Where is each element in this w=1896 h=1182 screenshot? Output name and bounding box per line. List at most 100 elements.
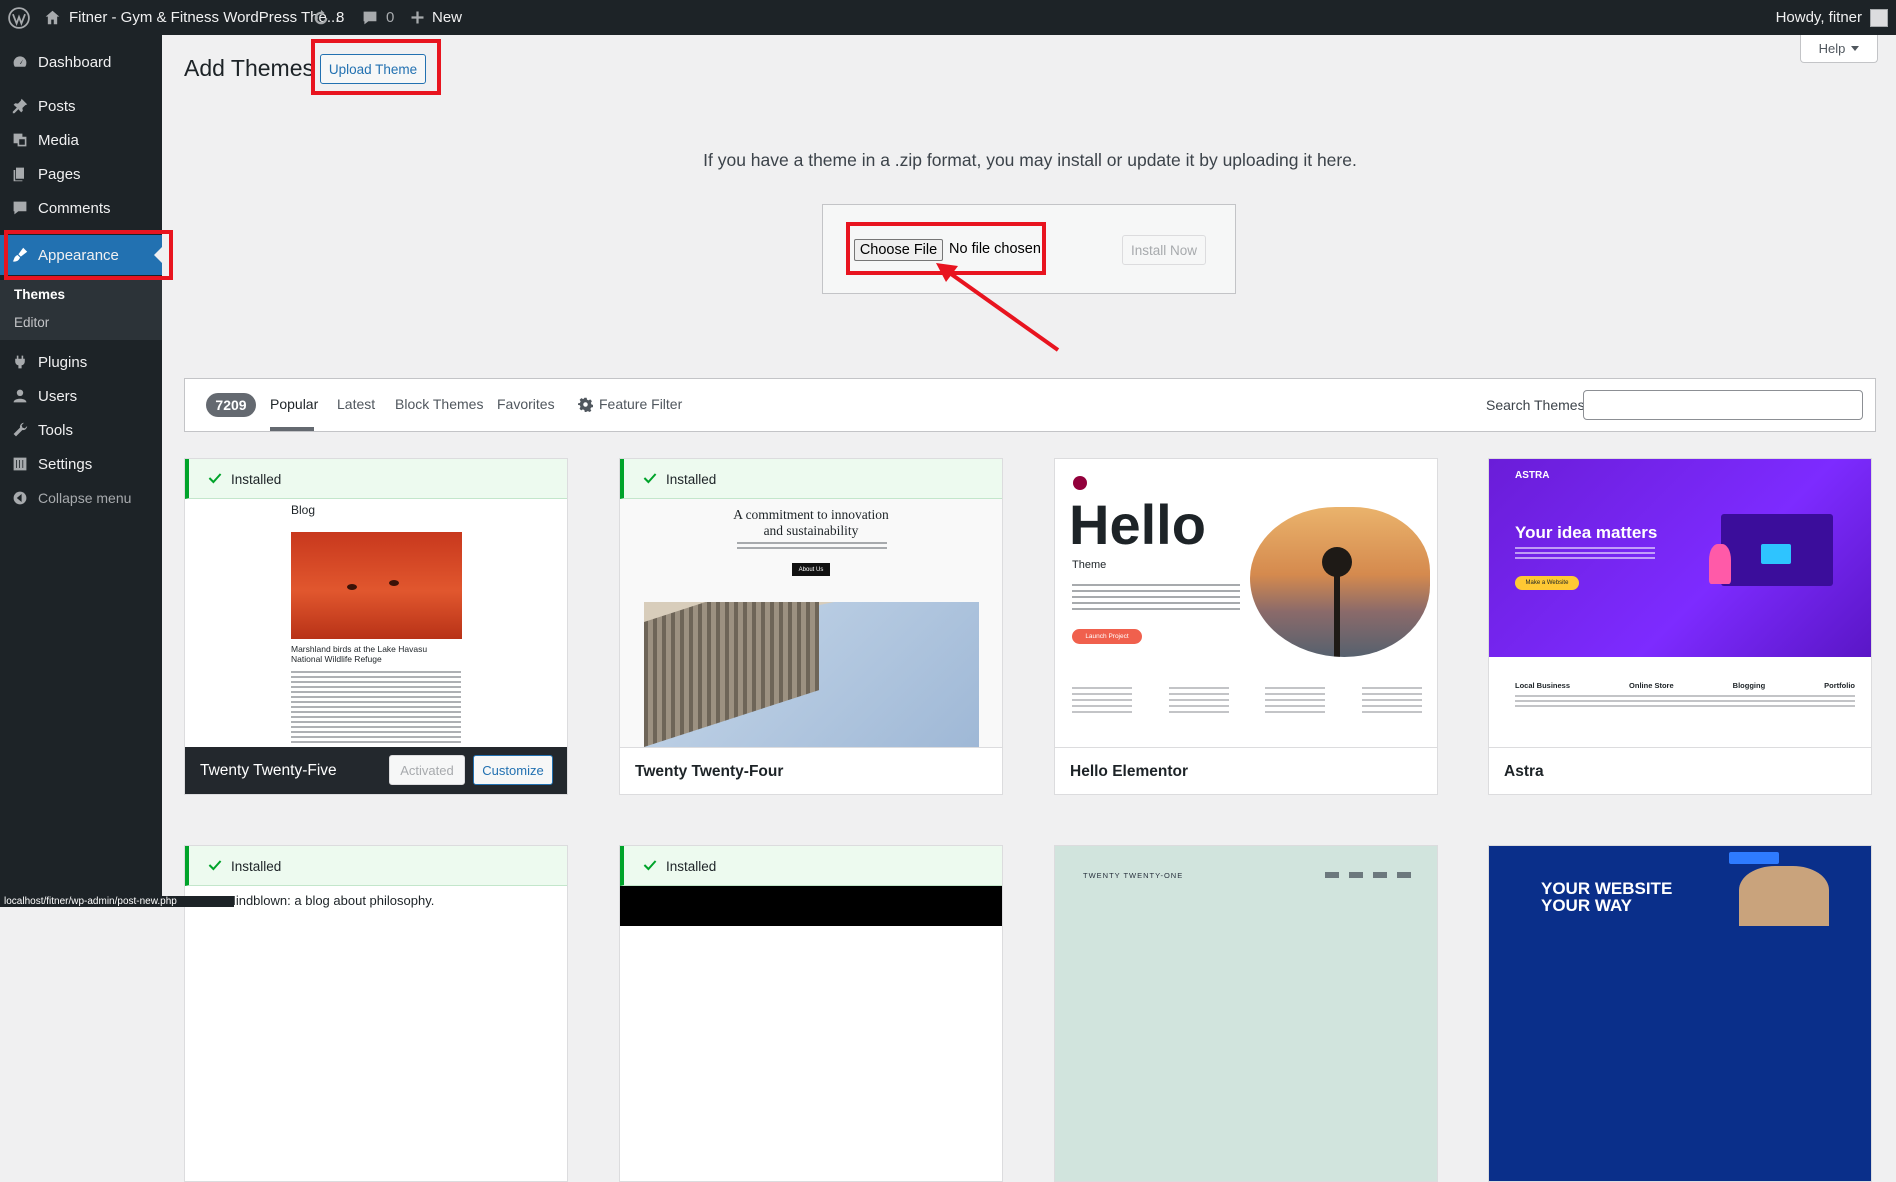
help-tab-button[interactable]: Help — [1800, 35, 1878, 63]
account-menu[interactable]: Howdy, fitner — [1776, 0, 1888, 35]
preview-illustration — [1721, 514, 1833, 586]
feature-filter-button[interactable]: Feature Filter — [578, 396, 682, 412]
sidebar-item-tools[interactable]: Tools — [0, 413, 162, 447]
tab-latest[interactable]: Latest — [337, 396, 375, 412]
checkmark-icon — [208, 860, 222, 871]
pin-icon — [12, 98, 28, 114]
theme-name-bar: Hello Elementor — [1055, 747, 1437, 794]
theme-card-twenty-twenty-five[interactable]: Installed Blog Marshland birds at the La… — [184, 458, 568, 795]
checkmark-icon — [643, 860, 657, 871]
preview-button: About Us — [792, 563, 830, 576]
preview-heading: A commitment to innovation and sustainab… — [620, 507, 1002, 539]
sidebar-collapse-menu[interactable]: Collapse menu — [0, 481, 162, 515]
preview-button: Make a Website — [1515, 576, 1579, 590]
avatar — [1870, 8, 1888, 27]
preview-image — [291, 532, 462, 639]
comment-icon — [362, 10, 378, 26]
theme-card-twenty-twenty-four[interactable]: Installed A commitment to innovation and… — [619, 458, 1003, 795]
submenu-item-editor[interactable]: Editor — [14, 315, 49, 330]
updates-link[interactable]: 8 — [312, 0, 344, 35]
collapse-icon — [12, 490, 28, 506]
comment-icon — [12, 200, 28, 216]
preview-heading: TWENTY TWENTY-ONE — [1083, 871, 1184, 880]
preview-features: Local Business Online Store Blogging Por… — [1515, 681, 1855, 690]
theme-name-bar: Twenty Twenty-Four — [620, 747, 1002, 794]
theme-name: Twenty Twenty-Five — [200, 762, 337, 779]
preview-body-text — [1072, 584, 1240, 610]
new-label: New — [432, 9, 463, 26]
new-content-link[interactable]: New — [410, 0, 462, 35]
sidebar-item-label: Collapse menu — [38, 490, 132, 506]
search-themes-input[interactable] — [1583, 390, 1863, 420]
preview-image — [1250, 507, 1430, 657]
tab-block-themes[interactable]: Block Themes — [395, 396, 483, 412]
preview-subheading: Theme — [1072, 559, 1107, 571]
theme-card-hello-elementor[interactable]: Hello Theme Launch Project Hello Element… — [1054, 458, 1438, 795]
comments-count: 0 — [386, 9, 395, 26]
installed-label: Installed — [666, 859, 717, 874]
theme-name: Astra — [1504, 763, 1544, 780]
theme-card-row2-3[interactable]: TWENTY TWENTY-ONE — [1054, 845, 1438, 1182]
theme-screenshot: A commitment to innovation and sustainab… — [620, 499, 1002, 747]
install-now-button[interactable]: Install Now — [1122, 235, 1206, 265]
sidebar-item-label: Media — [38, 131, 79, 149]
preview-heading-line2: and sustainability — [763, 523, 859, 538]
preview-figure — [1709, 544, 1731, 584]
preview-heading: Mindblown: a blog about philosophy. — [225, 893, 435, 908]
appearance-submenu: Themes Editor — [0, 280, 162, 340]
sidebar-item-settings[interactable]: Settings — [0, 447, 162, 481]
user-icon — [12, 388, 28, 404]
preview-heading-line1: A commitment to innovation — [733, 507, 889, 522]
feature-filter-label: Feature Filter — [599, 396, 683, 412]
admin-bar: Fitner - Gym & Fitness WordPress The... … — [0, 0, 1896, 35]
sidebar-item-plugins[interactable]: Plugins — [0, 345, 162, 379]
tab-favorites[interactable]: Favorites — [497, 396, 555, 412]
sidebar-item-label: Dashboard — [38, 53, 112, 71]
preview-feature-text — [1515, 695, 1855, 709]
submenu-item-themes[interactable]: Themes — [14, 287, 65, 302]
customize-button[interactable]: Customize — [473, 755, 553, 785]
elementor-logo-icon — [1073, 476, 1087, 490]
sidebar-item-posts[interactable]: Posts — [0, 89, 162, 123]
preview-button: Launch Project — [1072, 629, 1142, 644]
installed-label: Installed — [231, 859, 282, 874]
preview-body-text — [1515, 547, 1655, 559]
preview-body-text — [291, 671, 461, 743]
theme-screenshot: Hello Theme Launch Project — [1055, 459, 1437, 747]
preview-image — [644, 602, 979, 747]
theme-name: Twenty Twenty-Four — [635, 763, 784, 780]
sidebar-item-label: Plugins — [38, 353, 88, 371]
theme-card-astra[interactable]: ASTRA Your idea matters Make a Website L… — [1488, 458, 1872, 795]
preview-heading: Your idea matters — [1515, 523, 1658, 542]
wrench-icon — [12, 422, 28, 438]
comments-link[interactable]: 0 — [362, 0, 394, 35]
preview-heading: YOUR WEBSITE YOUR WAY — [1541, 879, 1673, 915]
preview-button — [1729, 852, 1779, 864]
sidebar-item-label: Comments — [38, 199, 111, 217]
preview-caption: Marshland birds at the Lake Havasu Natio… — [291, 644, 428, 664]
media-icon — [12, 132, 28, 148]
sidebar-item-users[interactable]: Users — [0, 379, 162, 413]
checkmark-icon — [208, 473, 222, 484]
theme-screenshot: ASTRA Your idea matters Make a Website L… — [1489, 459, 1871, 747]
installed-notice: Installed — [620, 846, 1002, 886]
home-icon — [44, 9, 61, 26]
browser-status-url: localhost/fitner/wp-admin/post-new.php — [0, 896, 234, 907]
plus-icon — [410, 10, 425, 25]
activated-button: Activated — [389, 755, 465, 785]
theme-card-row2-1[interactable]: Installed Mindblown: a blog about philos… — [184, 845, 568, 1182]
wordpress-logo-icon[interactable] — [8, 0, 30, 35]
sidebar-item-label: Settings — [38, 455, 93, 473]
astra-logo: ASTRA — [1515, 470, 1550, 481]
feature-local-business: Local Business — [1515, 681, 1571, 690]
theme-card-row2-4[interactable]: YOUR WEBSITE YOUR WAY — [1488, 845, 1872, 1182]
feature-online-store: Online Store — [1629, 681, 1674, 690]
theme-card-row2-2[interactable]: Installed — [619, 845, 1003, 1182]
theme-name: Hello Elementor — [1070, 763, 1188, 780]
sidebar-item-comments[interactable]: Comments — [0, 191, 162, 225]
sidebar-item-dashboard[interactable]: Dashboard — [0, 45, 162, 79]
installed-notice: Installed — [185, 459, 567, 499]
tab-popular[interactable]: Popular — [270, 396, 318, 412]
checkmark-icon — [643, 473, 657, 484]
site-name-link[interactable]: Fitner - Gym & Fitness WordPress The... — [44, 0, 339, 35]
